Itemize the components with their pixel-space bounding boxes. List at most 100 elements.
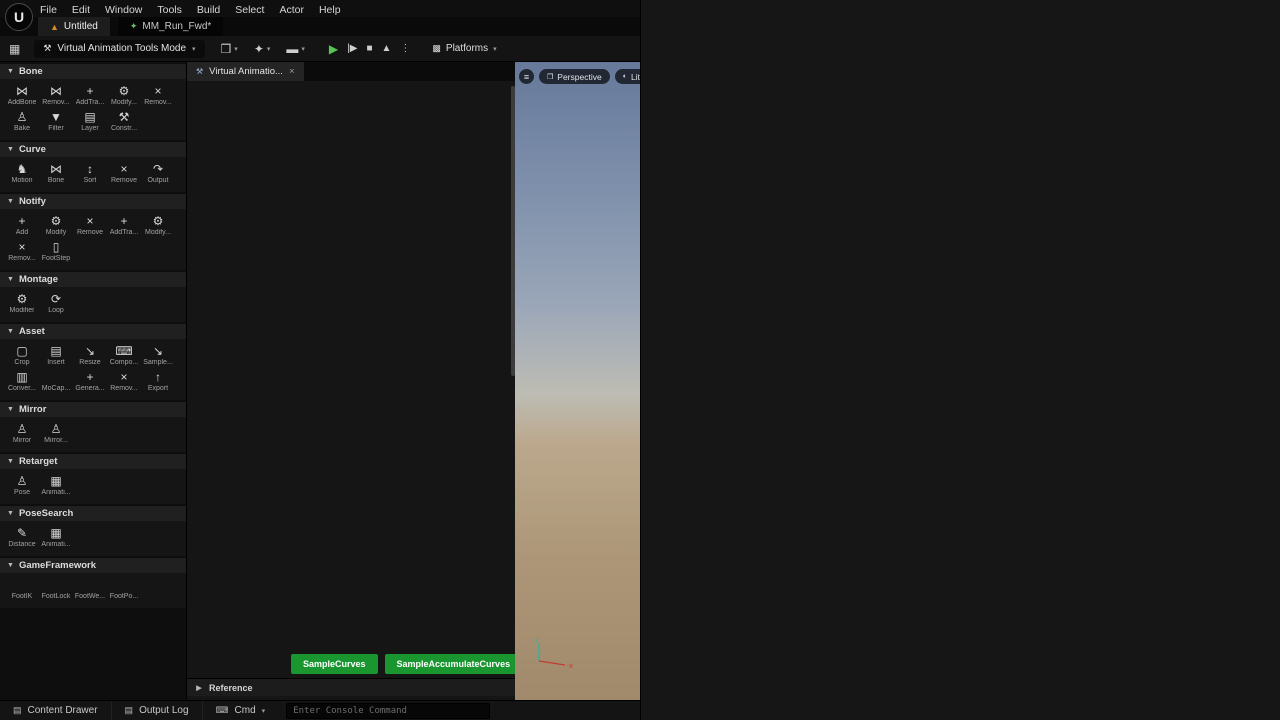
eject-button[interactable]: ▲ <box>381 43 391 54</box>
console-command-input[interactable]: Enter Console Command <box>286 703 490 719</box>
tool-loop[interactable]: ⟳Loop <box>39 292 73 314</box>
play-button[interactable]: ▶ <box>329 42 338 56</box>
tool-remov[interactable]: ⋈Remov... <box>39 84 73 106</box>
tool-footik[interactable]: FootIK <box>5 578 39 600</box>
tool-remov[interactable]: ×Remov... <box>107 370 141 392</box>
tool-footstep[interactable]: ▯FootStep <box>39 240 73 262</box>
menu-select[interactable]: Select <box>235 4 264 16</box>
tool-remov[interactable]: ×Remov... <box>141 84 175 106</box>
tool-pose[interactable]: ♙Pose <box>5 474 39 496</box>
tool-conver[interactable]: ▥Conver... <box>5 370 39 392</box>
bone-icon: ⋈ <box>16 84 28 99</box>
tool-output[interactable]: ↷Output <box>141 162 175 184</box>
palette-section-tools: ▢Crop▤Insert↘Resize⌨Compo...↘Sample... ▥C… <box>0 339 186 400</box>
tab-virtual-animation[interactable]: ⚒ Virtual Animatio... × <box>187 62 304 81</box>
palette-section-header[interactable]: ▼Asset <box>0 324 186 339</box>
palette-section-header[interactable]: ▼Curve <box>0 142 186 157</box>
menu-file[interactable]: File <box>40 4 57 16</box>
tool-remov[interactable]: ×Remov... <box>5 240 39 262</box>
palette-section-tools: ♙Mirror♙Mirror... <box>0 417 186 452</box>
tool-animati[interactable]: ▦Animati... <box>39 526 73 548</box>
tool-filter[interactable]: ▼Filter <box>39 110 73 132</box>
tool-export[interactable]: ↑Export <box>141 370 175 392</box>
tab-untitled[interactable]: ▲ Untitled <box>38 17 110 36</box>
tool-layer[interactable]: ▤Layer <box>73 110 107 132</box>
menu-help[interactable]: Help <box>319 4 341 16</box>
palette-section-header[interactable]: ▼GameFramework <box>0 558 186 573</box>
level-viewport[interactable]: ≡ ❒ Perspective ◐ Lit z -x <box>515 62 640 700</box>
viewport-menu-icon[interactable]: ≡ <box>519 69 534 84</box>
tool-modify[interactable]: ⚙Modify... <box>141 214 175 236</box>
tool-distance[interactable]: ✎Distance <box>5 526 39 548</box>
tool-sample[interactable]: ↘Sample... <box>141 344 175 366</box>
blueprints-button[interactable]: ✦▾ <box>254 42 271 56</box>
tool-label: FootPo... <box>110 593 138 600</box>
palette-section-header[interactable]: ▼Montage <box>0 272 186 287</box>
anim-asset-icon: ✦ <box>130 21 138 32</box>
frame-skip-button[interactable]: |▶ <box>347 43 357 54</box>
tool-motion[interactable]: ♞Motion <box>5 162 39 184</box>
tool-label: Modifier <box>10 307 35 314</box>
tool-addbone[interactable]: ⋈AddBone <box>5 84 39 106</box>
palette-section-header[interactable]: ▼PoseSearch <box>0 506 186 521</box>
tool-modifier[interactable]: ⚙Modifier <box>5 292 39 314</box>
tool-remove[interactable]: ×Remove <box>73 214 107 236</box>
cmd-dropdown[interactable]: ⌨ Cmd ▾ <box>203 701 279 720</box>
reference-section[interactable]: ▶ Reference <box>187 678 516 696</box>
sample-accumulate-curves-button[interactable]: SampleAccumulateCurves <box>385 654 523 674</box>
details-action-buttons: SampleCurves SampleAccumulateCurves <box>187 654 516 674</box>
cinematics-button[interactable]: ▬▾ <box>286 42 305 56</box>
palette-section-notify: ▼Notify +Add⚙Modify×Remove+AddTra...⚙Modi… <box>0 194 186 270</box>
menu-window[interactable]: Window <box>105 4 142 16</box>
perspective-dropdown[interactable]: ❒ Perspective <box>539 69 610 84</box>
unreal-logo-icon[interactable]: U <box>5 3 33 31</box>
tool-footwe[interactable]: FootWe... <box>73 578 107 600</box>
tool-insert[interactable]: ▤Insert <box>39 344 73 366</box>
tab-mm-run-fwd[interactable]: ✦ MM_Run_Fwd* <box>118 17 223 36</box>
anim-icon: ▦ <box>50 474 61 489</box>
palette-section-header[interactable]: ▼Mirror <box>0 402 186 417</box>
tool-constr[interactable]: ⚒Constr... <box>107 110 141 132</box>
menu-tools[interactable]: Tools <box>157 4 182 16</box>
keyboard-icon: ⌨ <box>115 344 132 359</box>
tool-sort[interactable]: ↕Sort <box>73 162 107 184</box>
editor-mode-dropdown[interactable]: ⚒ Virtual Animation Tools Mode ▾ <box>34 40 204 58</box>
tool-bone[interactable]: ⋈Bone <box>39 162 73 184</box>
tool-label: Genera... <box>75 385 104 392</box>
content-drawer-button[interactable]: ▤ Content Drawer <box>0 701 112 720</box>
palette-section-header[interactable]: ▼Bone <box>0 64 186 79</box>
close-icon[interactable]: × <box>289 66 295 77</box>
tool-footpo[interactable]: FootPo... <box>107 578 141 600</box>
palette-section-header[interactable]: ▼Retarget <box>0 454 186 469</box>
tool-add[interactable]: +Add <box>5 214 39 236</box>
add-actor-button[interactable]: ❒▾ <box>221 42 238 56</box>
tool-genera[interactable]: +Genera... <box>73 370 107 392</box>
tool-label: Loop <box>48 307 64 314</box>
tool-mirror[interactable]: ♙Mirror <box>5 422 39 444</box>
tool-modify[interactable]: ⚙Modify <box>39 214 73 236</box>
output-log-button[interactable]: ▤ Output Log <box>112 701 203 720</box>
sample-curves-button[interactable]: SampleCurves <box>291 654 378 674</box>
tool-remove[interactable]: ×Remove <box>107 162 141 184</box>
tool-footlock[interactable]: FootLock <box>39 578 73 600</box>
menu-edit[interactable]: Edit <box>72 4 90 16</box>
menu-build[interactable]: Build <box>197 4 220 16</box>
tool-mirror[interactable]: ♙Mirror... <box>39 422 73 444</box>
tool-mocap[interactable]: MoCap... <box>39 370 73 392</box>
tool-compo[interactable]: ⌨Compo... <box>107 344 141 366</box>
tool-label: Animati... <box>41 489 70 496</box>
tool-modify[interactable]: ⚙Modify... <box>107 84 141 106</box>
save-icon[interactable]: ▦ <box>9 42 20 56</box>
gear-icon: ⚙ <box>119 84 130 99</box>
tool-addtra[interactable]: +AddTra... <box>107 214 141 236</box>
play-options-kebab[interactable]: ⋮ <box>400 43 410 54</box>
tool-animati[interactable]: ▦Animati... <box>39 474 73 496</box>
platforms-dropdown[interactable]: ▩ Platforms ▾ <box>432 43 496 54</box>
stop-button[interactable]: ■ <box>366 43 372 54</box>
tool-crop[interactable]: ▢Crop <box>5 344 39 366</box>
menu-actor[interactable]: Actor <box>279 4 304 16</box>
tool-bake[interactable]: ♙Bake <box>5 110 39 132</box>
palette-section-header[interactable]: ▼Notify <box>0 194 186 209</box>
tool-addtra[interactable]: +AddTra... <box>73 84 107 106</box>
tool-resize[interactable]: ↘Resize <box>73 344 107 366</box>
